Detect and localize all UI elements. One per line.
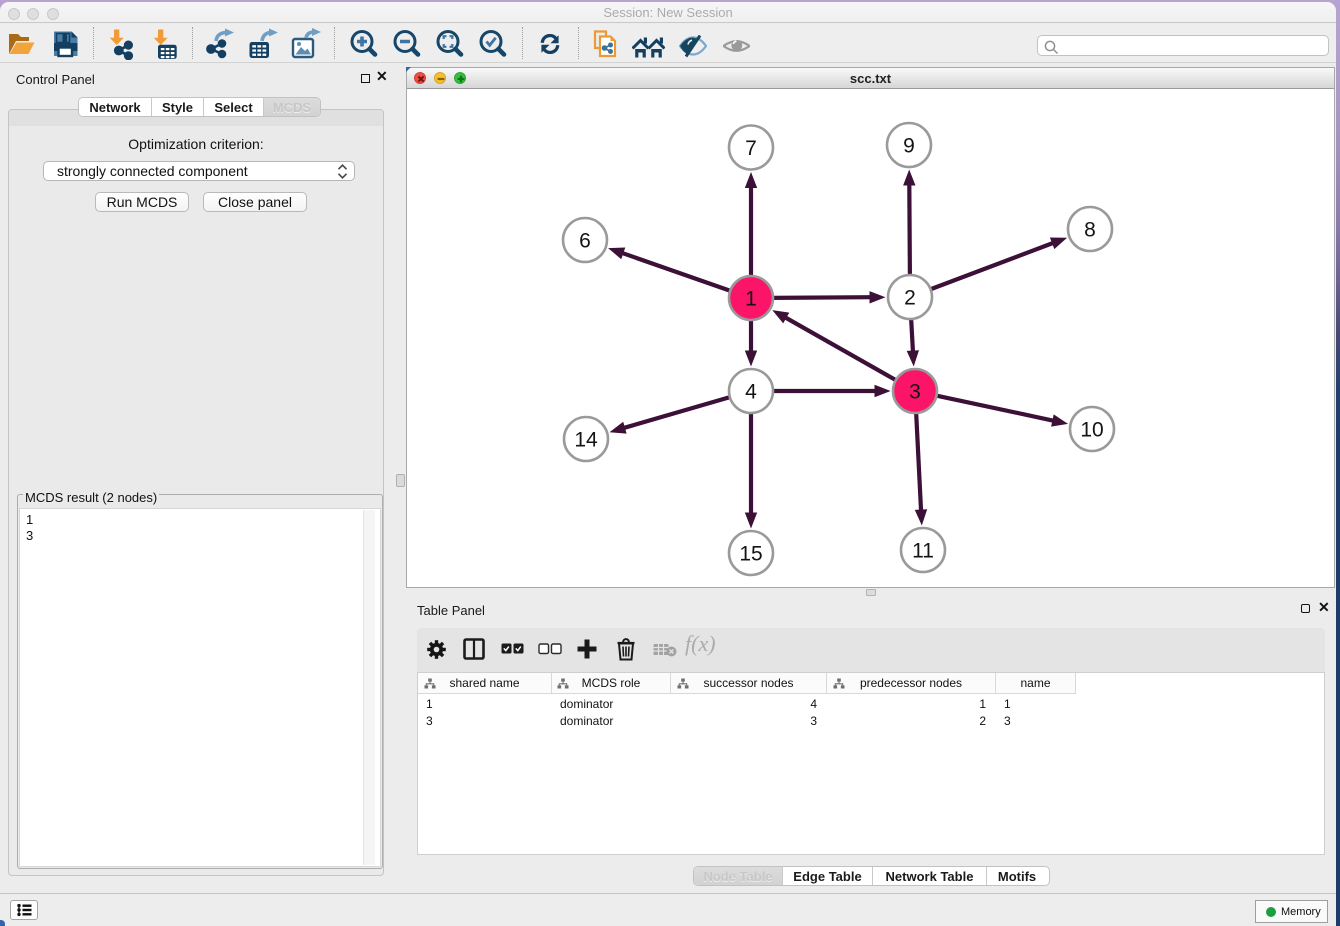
svg-text:4: 4 [745,381,757,404]
svg-text:9: 9 [903,135,915,158]
svg-text:1: 1 [745,288,757,311]
svg-text:6: 6 [579,230,591,253]
svg-text:11: 11 [912,540,934,563]
svg-text:2: 2 [904,287,916,310]
svg-text:15: 15 [739,543,762,566]
svg-text:3: 3 [909,381,921,404]
svg-text:8: 8 [1084,219,1096,242]
svg-text:14: 14 [574,429,598,452]
svg-text:10: 10 [1080,419,1103,442]
svg-text:7: 7 [745,137,757,160]
